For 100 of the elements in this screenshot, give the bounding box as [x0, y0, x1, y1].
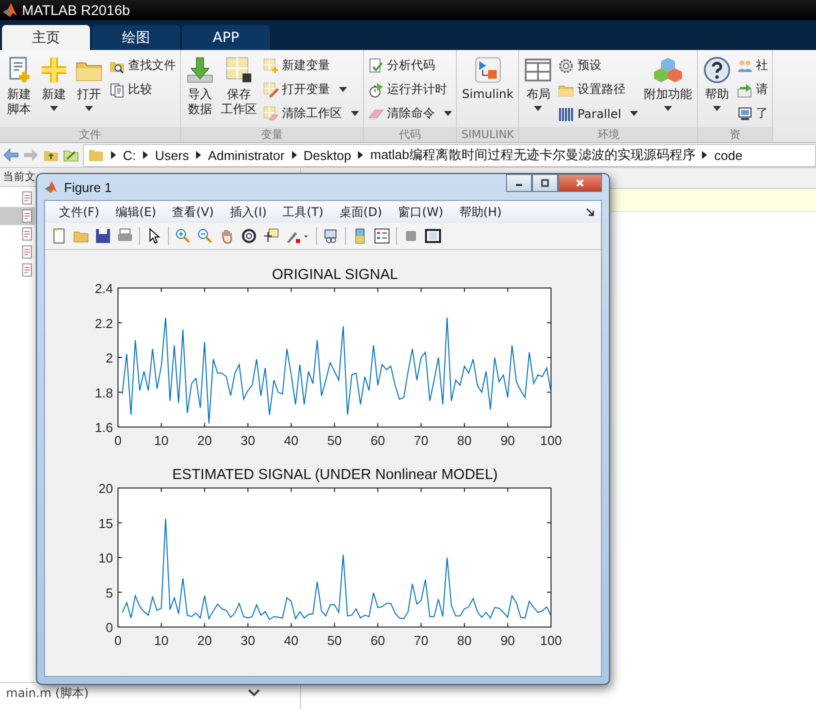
table-plus-icon — [263, 58, 279, 74]
data-cursor-icon[interactable] — [263, 228, 279, 244]
document-check-icon — [368, 58, 384, 74]
table-edit-icon — [263, 82, 279, 98]
layout-icon — [524, 56, 552, 84]
legend-icon[interactable] — [374, 228, 390, 244]
settings-icon — [558, 58, 574, 74]
dock-arrow-icon[interactable] — [586, 208, 595, 216]
ribbon-button[interactable]: 设置路径 — [556, 78, 640, 101]
path-crumb[interactable]: matlab编程离散时间过程无迹卡尔曼滤波的实现源码程序 — [370, 146, 696, 164]
ribbon-button[interactable]: 预设 — [556, 54, 640, 77]
maximize-button[interactable] — [532, 174, 558, 192]
ribbon-button[interactable]: 帮助 — [700, 54, 734, 127]
x-tick-label: 30 — [240, 633, 256, 648]
menu-item[interactable]: 窗口(W) — [392, 204, 450, 220]
x-tick-label: 100 — [540, 633, 562, 648]
y-tick-label: 2.4 — [94, 281, 113, 296]
ribbon-button[interactable]: Parallel — [556, 102, 640, 125]
window-frame-icon[interactable] — [425, 228, 441, 244]
ribbon-button[interactable]: 分析代码 — [366, 54, 454, 77]
path-crumb[interactable]: Administrator — [208, 148, 285, 162]
menu-item[interactable]: 桌面(D) — [333, 204, 388, 220]
table-save-icon — [225, 56, 253, 84]
y-tick-label: 15 — [98, 516, 113, 531]
square-icon[interactable] — [403, 228, 419, 244]
close-icon — [575, 179, 585, 187]
menu-item[interactable]: 文件(F) — [53, 204, 106, 220]
menu-item[interactable]: 工具(T) — [276, 204, 330, 220]
cubes-icon — [654, 56, 682, 84]
y-tick-label: 10 — [98, 550, 113, 566]
path-crumb[interactable]: C: — [123, 148, 136, 162]
zoom-in-icon[interactable] — [175, 228, 191, 244]
y-tick-label: 0 — [106, 620, 113, 635]
ribbon-tab[interactable]: 绘图 — [92, 25, 180, 50]
y-tick-label: 20 — [98, 481, 113, 496]
file-icon — [20, 263, 34, 277]
chevron-icon — [358, 151, 364, 159]
print-icon[interactable] — [117, 228, 133, 244]
help-icon — [703, 56, 732, 84]
path-crumb[interactable]: Desktop — [304, 148, 352, 162]
bars-icon — [558, 106, 574, 122]
ribbon-button[interactable]: 打开变量 — [261, 78, 361, 101]
monitor-icon — [737, 106, 754, 122]
ribbon-button[interactable]: Simulink — [459, 54, 516, 127]
x-tick-label: 60 — [370, 633, 386, 648]
file-icon — [20, 191, 34, 205]
ribbon-button[interactable]: 请 — [735, 78, 770, 101]
ribbon-button[interactable]: 运行并计时 — [366, 78, 454, 101]
ribbon-button[interactable]: 清除命令 — [366, 102, 454, 125]
chevron-icon — [292, 151, 297, 159]
ribbon-button[interactable]: 查找文件 — [107, 54, 178, 77]
close-button[interactable] — [558, 174, 602, 192]
ribbon-button[interactable]: 新建 脚本 — [2, 54, 36, 127]
ribbon-button[interactable]: 清除工作区 — [261, 102, 361, 125]
people-icon — [737, 58, 754, 74]
zoom-out-icon[interactable] — [197, 228, 213, 244]
x-tick-label: 40 — [284, 433, 298, 448]
x-tick-label: 90 — [500, 433, 515, 448]
minimize-button[interactable] — [506, 174, 532, 192]
ribbon-tab[interactable]: APP — [182, 25, 270, 50]
new-file-icon[interactable] — [51, 228, 67, 244]
menu-item[interactable]: 编辑(E) — [109, 204, 162, 220]
ribbon-button[interactable]: 新建变量 — [261, 54, 361, 77]
ribbon-button[interactable]: 导入 数据 — [183, 54, 217, 127]
ribbon-button[interactable]: 保存 工作区 — [218, 54, 260, 127]
stopwatch-icon — [368, 82, 384, 98]
x-tick-label: 30 — [240, 433, 256, 448]
ribbon-button[interactable]: 附加功能 — [641, 54, 696, 127]
ribbon-button[interactable]: 布局 — [521, 54, 556, 127]
chevron-icon — [196, 151, 201, 159]
matlab-logo-icon — [44, 180, 58, 194]
ribbon-button[interactable]: 了 — [735, 102, 770, 125]
maximize-icon — [540, 179, 550, 187]
file-icon — [20, 209, 34, 223]
menu-item[interactable]: 查看(V) — [166, 204, 220, 220]
ribbon-button[interactable]: 新建 — [37, 54, 71, 127]
ribbon-button[interactable]: 比较 — [107, 78, 178, 101]
back-arrow-icon[interactable] — [3, 147, 19, 163]
group-label: 文件 — [0, 127, 180, 142]
save-icon[interactable] — [95, 228, 111, 244]
ribbon-button[interactable]: 社 — [735, 54, 770, 77]
path-field[interactable]: C: Users Administrator Desktop matlab编程离散时间过程无迹卡尔曼滤波的实现源码程序 code — [83, 144, 816, 166]
path-crumb[interactable]: Users — [155, 148, 189, 162]
x-tick-label: 10 — [154, 433, 169, 448]
path-crumb[interactable]: code — [714, 148, 742, 162]
x-tick-label: 70 — [414, 433, 428, 448]
menu-item[interactable]: 帮助(H) — [453, 204, 508, 220]
ribbon-button[interactable]: 打开 — [72, 54, 106, 127]
menu-item[interactable]: 插入(I) — [224, 204, 273, 220]
rotate-icon[interactable] — [241, 228, 257, 244]
chart-title: ORIGINAL SIGNAL — [272, 267, 398, 283]
group-label: 环境 — [519, 127, 698, 142]
x-tick-label: 0 — [114, 633, 122, 648]
ribbon-tab[interactable]: 主页 — [2, 25, 90, 50]
file-row[interactable] — [0, 207, 35, 225]
chart-title: ESTIMATED SIGNAL (UNDER Nonlinear MODEL) — [172, 467, 498, 483]
chevron-down-icon[interactable] — [248, 689, 260, 697]
chevron-icon — [143, 151, 148, 159]
x-tick-label: 10 — [154, 633, 169, 648]
link-icon[interactable] — [323, 228, 339, 244]
